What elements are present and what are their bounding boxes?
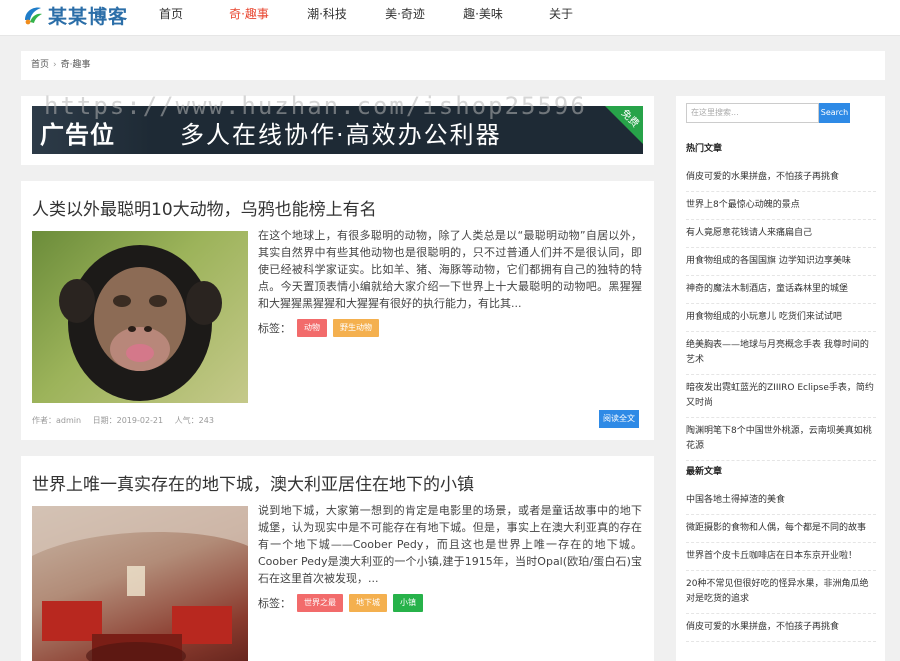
article-title[interactable]: 世界上唯一真实存在的地下城，澳大利亚居住在地下的小镇 xyxy=(32,470,474,495)
ad-main-text: 多人在线协作·高效办公利器 xyxy=(180,121,502,149)
ad-card: 广告位 多人在线协作·高效办公利器 免费 xyxy=(21,96,654,165)
breadcrumb: 首页 › 奇·趣事 xyxy=(21,51,885,80)
underground-room-image xyxy=(32,506,248,661)
new-article-link[interactable]: 中国各地土得掉渣的美食 xyxy=(686,487,876,515)
article-thumbnail[interactable] xyxy=(32,231,248,403)
hot-article-link[interactable]: 暗夜发出霓虹蓝光的ZIIIRO Eclipse手表，简约又时尚 xyxy=(686,375,876,418)
new-article-link[interactable]: 20种不常见但很好吃的怪异水果，非洲角瓜绝对是吃货的追求 xyxy=(686,571,876,614)
tags-label: 标签： xyxy=(258,597,291,610)
site-header: 某某博客 首页 奇·趣事 潮·科技 美·奇迹 趣·美味 关于 xyxy=(0,0,900,36)
hot-article-link[interactable]: 俏皮可爱的水果拼盘，不怕孩子再挑食 xyxy=(686,164,876,192)
hot-article-link[interactable]: 神奇的魔法木制酒店，童话森林里的城堡 xyxy=(686,276,876,304)
nav-food[interactable]: 趣·美味 xyxy=(444,0,522,30)
sidebar: 在这里搜索... Search 热门文章 俏皮可爱的水果拼盘，不怕孩子再挑食 世… xyxy=(676,96,885,661)
tags-label: 标签： xyxy=(258,322,291,335)
hot-article-link[interactable]: 陶渊明笔下8个中国世外桃源，云南坝美真如桃花源 xyxy=(686,418,876,461)
new-article-link[interactable]: 微距摄影的食物和人偶，每个都是不同的故事 xyxy=(686,515,876,543)
ad-left-panel: 广告位 xyxy=(32,106,152,154)
nav-about[interactable]: 关于 xyxy=(522,0,600,30)
tag-world-records[interactable]: 世界之最 xyxy=(297,594,343,612)
site-logo[interactable]: 某某博客 xyxy=(22,3,129,28)
article-tags: 标签： 动物 野生动物 xyxy=(258,319,379,337)
tag-wild-animal[interactable]: 野生动物 xyxy=(333,319,379,337)
article-author: 作者：admin xyxy=(32,416,82,425)
ad-banner[interactable]: 广告位 多人在线协作·高效办公利器 免费 xyxy=(32,106,643,154)
tag-underground-city[interactable]: 地下城 xyxy=(349,594,387,612)
breadcrumb-home[interactable]: 首页 xyxy=(31,60,49,70)
article-card: 人类以外最聪明10大动物，乌鸦也能榜上有名 在这个地球上，有很多聪明的动物，除了… xyxy=(21,181,654,440)
article-description: 说到地下城，大家第一想到的肯定是电影里的场景，或者是童话故事中的地下城堡，认为现… xyxy=(258,504,642,585)
hot-article-link[interactable]: 世界上8个最惊心动魄的景点 xyxy=(686,192,876,220)
tag-town[interactable]: 小镇 xyxy=(393,594,423,612)
article-thumbnail[interactable] xyxy=(32,506,248,661)
logo-text: 某某博客 xyxy=(48,5,129,28)
article-description: 在这个地球上，有很多聪明的动物，除了人类总是以“最聪明动物”自居以外，其实自然界… xyxy=(258,229,642,310)
article-tags: 标签： 世界之最 地下城 小镇 xyxy=(258,594,423,612)
nav-wonders[interactable]: 美·奇迹 xyxy=(366,0,444,30)
breadcrumb-current[interactable]: 奇·趣事 xyxy=(61,60,91,70)
main-nav: 首页 奇·趣事 潮·科技 美·奇迹 趣·美味 关于 xyxy=(132,0,600,30)
tag-animal[interactable]: 动物 xyxy=(297,319,327,337)
article-meta: 作者：admin 日期：2019-02-21 人气：243 xyxy=(32,415,223,426)
chimpanzee-image xyxy=(59,245,222,401)
new-article-link[interactable]: 俏皮可爱的水果拼盘，不怕孩子再挑食 xyxy=(686,614,876,642)
logo-mark-icon xyxy=(22,4,44,26)
breadcrumb-separator: › xyxy=(53,60,57,70)
hot-articles-list: 俏皮可爱的水果拼盘，不怕孩子再挑食 世界上8个最惊心动魄的景点 有人竟愿意花钱请… xyxy=(686,164,876,461)
new-articles-heading: 最新文章 xyxy=(686,467,723,477)
article-title[interactable]: 人类以外最聪明10大动物，乌鸦也能榜上有名 xyxy=(32,195,377,220)
hot-article-link[interactable]: 绝美胸表——地球与月亮概念手表 我尊时间的艺术 xyxy=(686,332,876,375)
nav-curiosities[interactable]: 奇·趣事 xyxy=(210,0,288,30)
read-more-button[interactable]: 阅读全文 xyxy=(599,410,639,428)
article-card: 世界上唯一真实存在的地下城，澳大利亚居住在地下的小镇 说到地下城，大家第一想到的… xyxy=(21,456,654,661)
nav-tech[interactable]: 潮·科技 xyxy=(288,0,366,30)
search-input[interactable]: 在这里搜索... xyxy=(686,103,819,123)
new-article-link[interactable]: 世界首个皮卡丘咖啡店在日本东京开业啦！ xyxy=(686,543,876,571)
hot-articles-heading: 热门文章 xyxy=(686,144,723,154)
article-views: 人气：243 xyxy=(174,416,214,425)
hot-article-link[interactable]: 用食物组成的小玩意儿 吃货们来试试吧 xyxy=(686,304,876,332)
ad-left-text: 广告位 xyxy=(40,121,115,149)
nav-home[interactable]: 首页 xyxy=(132,0,210,30)
article-date: 日期：2019-02-21 xyxy=(92,416,164,425)
new-articles-list: 中国各地土得掉渣的美食 微距摄影的食物和人偶，每个都是不同的故事 世界首个皮卡丘… xyxy=(686,487,876,642)
search-button[interactable]: Search xyxy=(819,103,850,123)
hot-article-link[interactable]: 有人竟愿意花钱请人来痛扁自己 xyxy=(686,220,876,248)
hot-article-link[interactable]: 用食物组成的各国国旗 边学知识边享美味 xyxy=(686,248,876,276)
